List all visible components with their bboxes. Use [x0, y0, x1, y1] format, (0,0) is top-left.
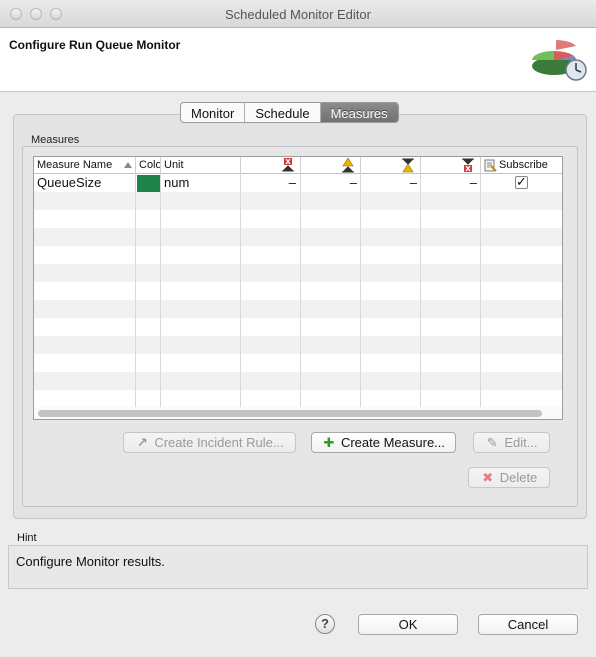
column-divider	[360, 174, 361, 407]
delete-icon: ✖	[482, 470, 494, 485]
window-title: Scheduled Monitor Editor	[225, 7, 371, 22]
table-row	[34, 336, 562, 354]
table-row	[34, 246, 562, 264]
threshold-warning-high-cell: –	[349, 175, 357, 190]
help-button[interactable]: ?	[315, 614, 335, 634]
column-divider	[160, 174, 161, 407]
column-divider	[562, 174, 563, 407]
column-divider	[300, 174, 301, 407]
edit-icon: ✎	[486, 435, 498, 450]
button-label: Create Incident Rule...	[154, 435, 284, 450]
window-titlebar: Scheduled Monitor Editor	[0, 0, 596, 28]
table-row	[34, 264, 562, 282]
horizontal-scrollbar[interactable]	[34, 407, 562, 419]
dialog-header: Configure Run Queue Monitor	[0, 28, 596, 92]
column-header-unit[interactable]: Unit	[161, 157, 241, 174]
hint-label: Hint	[17, 532, 37, 544]
create-measure-button[interactable]: ✚ Create Measure...	[311, 432, 456, 453]
hint-text: Configure Monitor results.	[16, 554, 165, 569]
table-row	[34, 210, 562, 228]
table-row	[34, 282, 562, 300]
column-header-warning-high[interactable]	[301, 157, 361, 174]
critical-high-icon	[282, 158, 294, 172]
button-label: Create Measure...	[340, 435, 446, 450]
table-row	[34, 192, 562, 210]
column-divider	[135, 174, 136, 407]
column-header-color[interactable]: Colo	[136, 157, 161, 174]
table-row	[34, 390, 562, 408]
measure-unit-cell: num	[164, 175, 190, 190]
measure-color-swatch[interactable]	[137, 175, 161, 192]
table-row	[34, 228, 562, 246]
hint-box: Configure Monitor results.	[8, 545, 588, 589]
button-label: Edit...	[504, 435, 538, 450]
table-row	[34, 300, 562, 318]
column-header-critical-high[interactable]	[241, 157, 301, 174]
tab-monitor[interactable]: Monitor	[181, 103, 246, 122]
critical-low-icon	[462, 158, 474, 172]
create-incident-rule-button[interactable]: ↗ Create Incident Rule...	[123, 432, 296, 453]
table-row	[34, 354, 562, 372]
tab-schedule[interactable]: Schedule	[245, 103, 321, 122]
scrollbar-thumb[interactable]	[38, 410, 542, 417]
incident-rule-icon: ↗	[136, 435, 148, 450]
pie-chart-clock-icon	[532, 40, 587, 81]
column-header-measure-name[interactable]: Measure Name	[34, 157, 136, 174]
table-row	[34, 372, 562, 390]
column-header-warning-low[interactable]	[361, 157, 421, 174]
column-divider	[240, 174, 241, 407]
delete-button[interactable]: ✖ Delete	[468, 467, 550, 488]
column-header-label: Measure Name	[37, 159, 113, 171]
threshold-warning-low-cell: –	[409, 175, 417, 190]
warning-low-icon	[402, 158, 414, 173]
subscribe-checkbox[interactable]	[515, 174, 528, 190]
measure-name-cell: QueueSize	[37, 175, 102, 190]
column-header-label: Subscribe	[499, 159, 548, 171]
tab-bar: Monitor Schedule Measures	[180, 102, 399, 123]
dialog-heading: Configure Run Queue Monitor	[9, 38, 181, 52]
column-divider	[480, 174, 481, 407]
table-header: Measure Name Colo Unit Subscribe	[34, 157, 562, 174]
threshold-critical-high-cell: –	[288, 175, 296, 190]
table-row	[34, 318, 562, 336]
column-header-critical-low[interactable]	[421, 157, 481, 174]
tab-measures[interactable]: Measures	[320, 103, 398, 122]
measures-table[interactable]: QueueSize num – – – – Measure Name Colo …	[33, 156, 563, 420]
edit-button[interactable]: ✎ Edit...	[473, 432, 550, 453]
measures-group-label: Measures	[31, 134, 80, 146]
subscribe-icon	[484, 159, 497, 172]
table-row[interactable]: QueueSize num – – – –	[34, 174, 562, 192]
plus-icon: ✚	[323, 435, 335, 450]
cancel-button[interactable]: Cancel	[478, 614, 578, 635]
warning-high-icon	[342, 158, 354, 173]
sort-ascending-icon	[124, 162, 132, 168]
threshold-critical-low-cell: –	[469, 175, 477, 190]
column-header-subscribe[interactable]: Subscribe	[481, 157, 562, 174]
button-label: Delete	[499, 470, 538, 485]
column-divider	[420, 174, 421, 407]
ok-button[interactable]: OK	[358, 614, 458, 635]
